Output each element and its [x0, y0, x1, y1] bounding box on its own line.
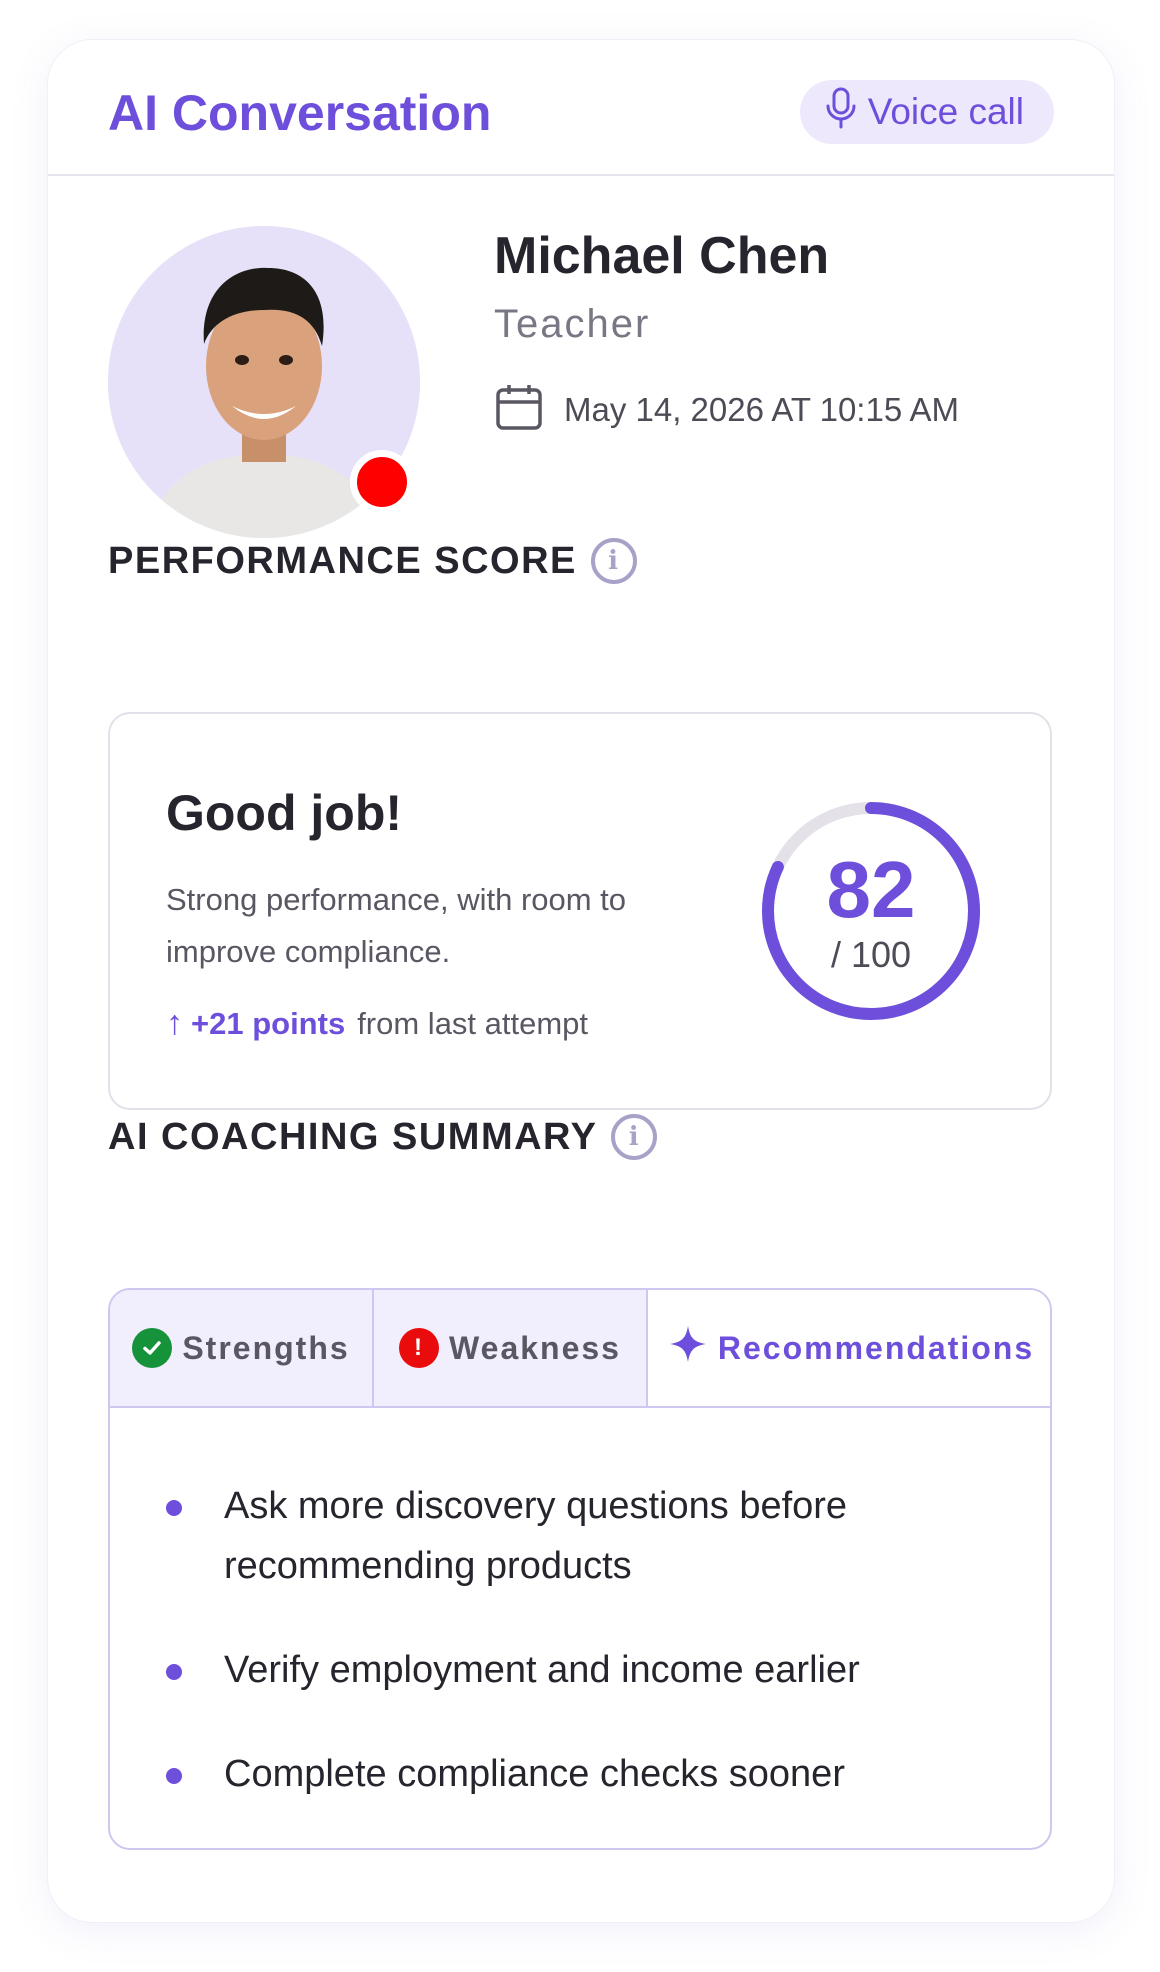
score-delta: ↑ +21 points from last attempt [166, 1004, 588, 1043]
recommendation-list: Ask more discovery questions before reco… [166, 1476, 966, 1848]
score-gauge: 82 / 100 [758, 798, 984, 1024]
score-max: / 100 [830, 934, 912, 975]
list-item: Ask more discovery questions before reco… [166, 1476, 966, 1596]
info-icon[interactable]: i [590, 538, 637, 584]
list-item: Verify employment and income earlier [166, 1640, 966, 1700]
coaching-title-text: AI COACHING SUMMARY [108, 1115, 598, 1158]
coaching-tabs: Strengths ! Weakness Recommendations [110, 1290, 1050, 1408]
list-item: Complete compliance checks sooner [166, 1744, 966, 1804]
performance-title-text: PERFORMANCE SCORE [108, 539, 577, 582]
arrow-up-icon: ↑ [166, 1004, 183, 1042]
sparkle-icon [668, 1324, 708, 1372]
voice-call-label: Voice call [867, 91, 1024, 132]
status-indicator [350, 450, 414, 514]
check-circle-icon [132, 1328, 173, 1368]
calendar-icon [494, 382, 544, 437]
voice-call-button[interactable]: Voice call [799, 80, 1054, 144]
tab-label: Weakness [449, 1329, 621, 1366]
score-value: 82 [826, 845, 916, 934]
alert-circle-icon: ! [399, 1328, 440, 1368]
card-header: AI Conversation Voice call [48, 40, 1114, 176]
tab-strengths[interactable]: Strengths [110, 1290, 372, 1406]
microphone-icon [824, 86, 858, 139]
page-title: AI Conversation [108, 85, 492, 141]
user-role: Teacher [494, 302, 651, 346]
conversation-card: AI Conversation Voice call Michael Chen … [48, 40, 1114, 1922]
tab-label: Strengths [182, 1329, 350, 1366]
coaching-section-title: AI COACHING SUMMARY i [108, 1114, 658, 1160]
info-icon[interactable]: i [611, 1114, 658, 1160]
session-date: May 14, 2026 AT 10:15 AM [494, 382, 959, 437]
score-headline: Good job! [166, 785, 403, 841]
performance-section-title: PERFORMANCE SCORE i [108, 538, 637, 584]
user-name: Michael Chen [494, 227, 830, 285]
tab-label: Recommendations [717, 1329, 1035, 1366]
session-datetime: May 14, 2026 AT 10:15 AM [564, 390, 960, 428]
performance-score-card: Good job! Strong performance, with room … [108, 712, 1052, 1110]
coaching-card: Strengths ! Weakness Recommendations Ask… [108, 1288, 1052, 1850]
delta-value: +21 points [191, 1005, 346, 1041]
tab-weakness[interactable]: ! Weakness [372, 1290, 646, 1406]
delta-suffix: from last attempt [357, 1005, 589, 1041]
score-description: Strong performance, with room to improve… [166, 882, 627, 969]
tab-recommendations[interactable]: Recommendations [646, 1290, 1050, 1406]
